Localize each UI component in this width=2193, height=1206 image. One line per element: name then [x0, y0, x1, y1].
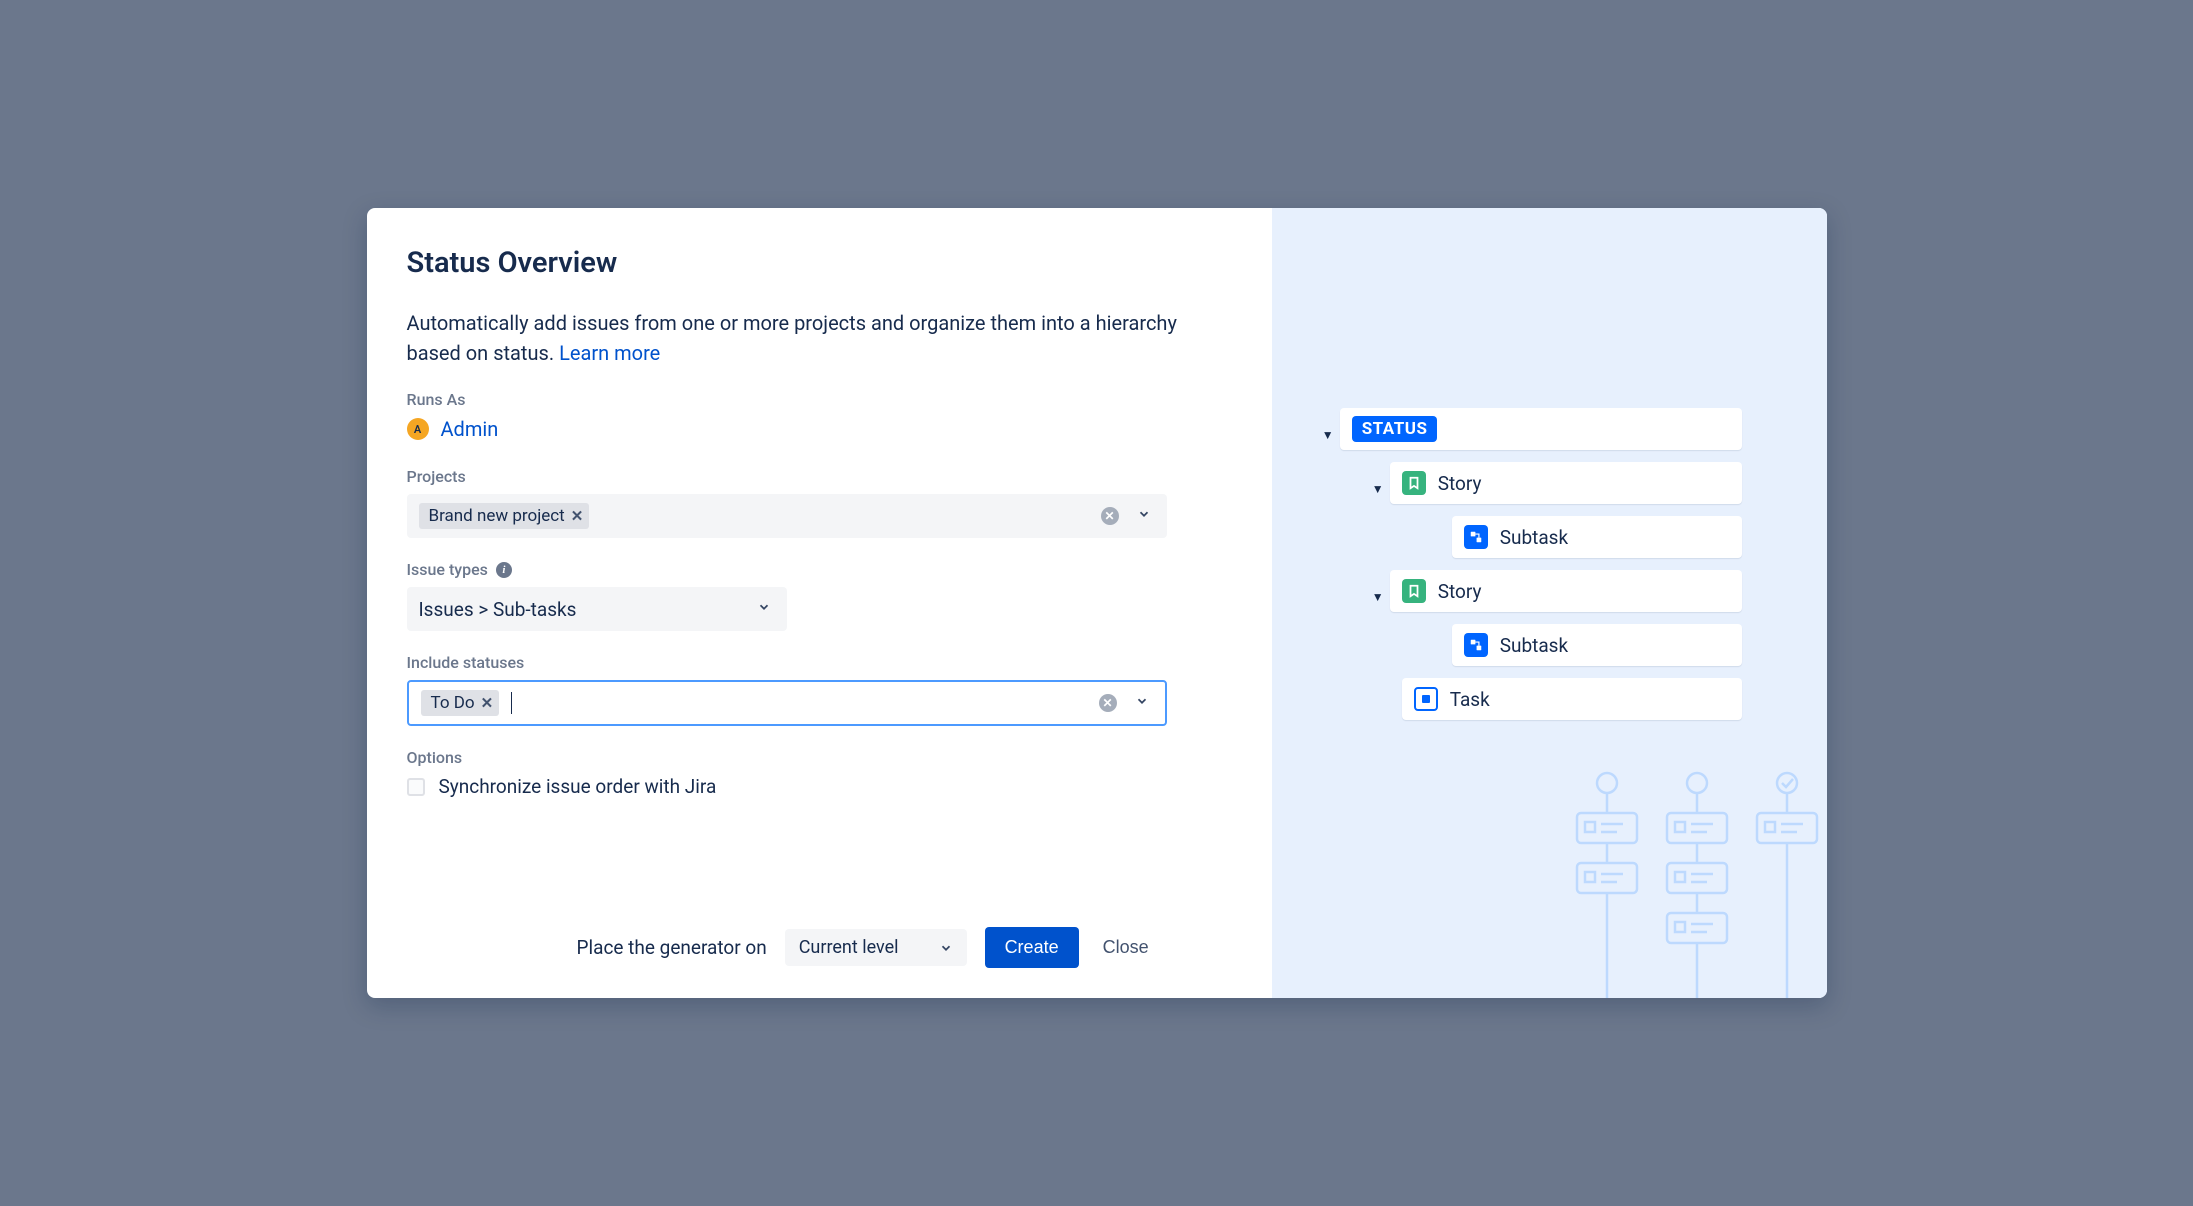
caret-down-icon[interactable]: ▼ — [1318, 428, 1338, 442]
issue-types-select[interactable]: Issues > Sub-tasks — [407, 587, 787, 631]
story-icon — [1402, 579, 1426, 603]
include-statuses-select[interactable]: To Do ✕ ✕ — [407, 680, 1167, 726]
tree-row-status: STATUS — [1340, 408, 1742, 450]
chevron-down-icon — [757, 600, 771, 618]
status-overview-modal: Status Overview Automatically add issues… — [367, 208, 1827, 998]
info-icon[interactable]: i — [496, 562, 512, 578]
learn-more-link[interactable]: Learn more — [559, 341, 660, 365]
statuses-clear-button[interactable]: ✕ — [1099, 694, 1117, 712]
tree-item-label: Story — [1438, 472, 1482, 495]
level-select-value: Current level — [799, 937, 899, 958]
project-chip-remove-icon[interactable]: ✕ — [571, 507, 584, 525]
create-button[interactable]: Create — [985, 927, 1079, 968]
tree-item-label: Subtask — [1500, 526, 1568, 549]
subtask-icon — [1464, 633, 1488, 657]
place-generator-label: Place the generator on — [577, 936, 767, 959]
preview-panel: ▼ STATUS ▼ Story Subtask — [1272, 208, 1827, 998]
tree-row-subtask: Subtask — [1452, 624, 1742, 666]
sync-checkbox[interactable] — [407, 778, 425, 796]
issue-types-value: Issues > Sub-tasks — [419, 598, 739, 621]
issue-types-label: Issue types i — [407, 560, 1232, 579]
tree-row-story: Story — [1390, 462, 1742, 504]
projects-select[interactable]: Brand new project ✕ ✕ — [407, 494, 1167, 538]
sync-option-row[interactable]: Synchronize issue order with Jira — [407, 775, 1232, 798]
include-statuses-label: Include statuses — [407, 653, 1232, 672]
project-chip: Brand new project ✕ — [419, 503, 590, 529]
close-button[interactable]: Close — [1097, 927, 1155, 968]
status-chip-remove-icon[interactable]: ✕ — [481, 694, 494, 712]
story-icon — [1402, 471, 1426, 495]
modal-description: Automatically add issues from one or mor… — [407, 308, 1232, 368]
runs-as-user-link[interactable]: Admin — [441, 417, 499, 441]
sync-checkbox-label: Synchronize issue order with Jira — [439, 775, 717, 798]
form-panel: Status Overview Automatically add issues… — [367, 208, 1272, 998]
projects-label: Projects — [407, 467, 1232, 486]
tree-row-task: Task — [1402, 678, 1742, 720]
task-icon — [1414, 687, 1438, 711]
chevron-down-icon — [1137, 507, 1151, 525]
tree-row-story: Story — [1390, 570, 1742, 612]
runs-as-row: A Admin — [407, 417, 1232, 441]
avatar: A — [407, 418, 429, 440]
status-chip: To Do ✕ — [421, 690, 500, 716]
caret-down-icon[interactable]: ▼ — [1368, 590, 1388, 604]
modal-footer: Place the generator on Current level Cre… — [407, 927, 1232, 968]
modal-title: Status Overview — [407, 246, 1232, 280]
projects-clear-button[interactable]: ✕ — [1101, 507, 1119, 525]
chevron-down-icon — [939, 941, 953, 955]
status-chip-label: To Do — [431, 693, 475, 713]
tree-item-label: Task — [1450, 688, 1490, 711]
tree-item-label: Subtask — [1500, 634, 1568, 657]
options-label: Options — [407, 748, 1232, 767]
workflow-decoration — [1567, 768, 1827, 998]
runs-as-label: Runs As — [407, 390, 1232, 409]
preview-tree: ▼ STATUS ▼ Story Subtask — [1352, 408, 1742, 720]
caret-down-icon[interactable]: ▼ — [1368, 482, 1388, 496]
text-cursor — [511, 692, 512, 714]
tree-item-label: Story — [1438, 580, 1482, 603]
subtask-icon — [1464, 525, 1488, 549]
status-badge: STATUS — [1352, 416, 1438, 442]
level-select[interactable]: Current level — [785, 929, 967, 966]
tree-row-subtask: Subtask — [1452, 516, 1742, 558]
project-chip-label: Brand new project — [429, 506, 565, 526]
chevron-down-icon — [1135, 694, 1149, 712]
